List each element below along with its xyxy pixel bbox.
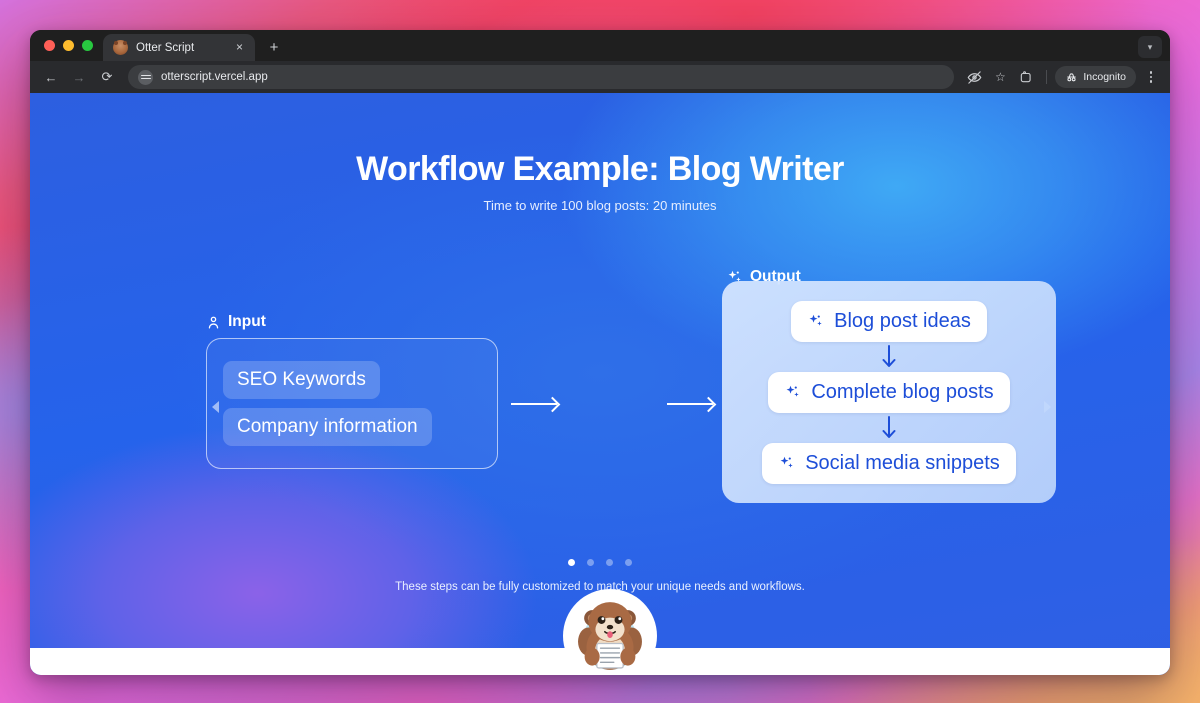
back-button[interactable]: ← bbox=[38, 64, 64, 90]
desktop-backdrop: Otter Script × + ▾ ← → ⟳ otterscript.ver… bbox=[0, 0, 1200, 703]
down-arrow-icon bbox=[882, 344, 896, 367]
close-tab-icon[interactable]: × bbox=[232, 40, 247, 55]
output-item[interactable]: Social media snippets bbox=[762, 442, 1016, 484]
bookmark-star-icon[interactable]: ☆ bbox=[988, 65, 1012, 89]
output-item-label: Blog post ideas bbox=[834, 309, 971, 332]
minimize-window-button[interactable] bbox=[63, 40, 74, 51]
otter-avatar-icon bbox=[563, 589, 657, 675]
person-icon bbox=[208, 316, 219, 328]
flow-arrow-input-to-agent bbox=[511, 403, 557, 405]
eye-slash-icon[interactable] bbox=[962, 65, 986, 89]
sparkle-icon bbox=[786, 385, 800, 397]
toolbar-divider bbox=[1046, 70, 1048, 84]
output-item[interactable]: Complete blog posts bbox=[768, 371, 1010, 413]
new-tab-button[interactable]: + bbox=[261, 35, 287, 61]
carousel-dot[interactable] bbox=[587, 559, 594, 566]
footer-caption: These steps can be fully customized to m… bbox=[395, 581, 805, 593]
carousel-dot[interactable] bbox=[568, 559, 575, 566]
page-title: Workflow Example: Blog Writer bbox=[356, 150, 844, 188]
sparkle-icon bbox=[780, 456, 793, 468]
otter-favicon-icon bbox=[113, 40, 128, 55]
workflow-diagram: Input SEO Keywords Company information O… bbox=[30, 243, 1170, 675]
forward-button[interactable]: → bbox=[66, 64, 92, 90]
input-section-label: Input bbox=[206, 313, 266, 331]
output-panel: Blog post ideas Complete blog posts Soci… bbox=[722, 281, 1056, 503]
extensions-icon[interactable] bbox=[1014, 65, 1038, 89]
tab-strip: Otter Script × + ▾ bbox=[30, 30, 1170, 61]
carousel-dots bbox=[30, 559, 1170, 566]
sparkle-icon bbox=[809, 314, 822, 326]
tune-icon[interactable] bbox=[138, 69, 153, 85]
down-arrow-icon bbox=[882, 415, 896, 438]
page-subtitle: Time to write 100 blog posts: 20 minutes bbox=[483, 198, 717, 214]
maximize-window-button[interactable] bbox=[82, 40, 93, 51]
chevron-down-icon[interactable]: ▾ bbox=[1138, 36, 1162, 58]
output-item[interactable]: Blog post ideas bbox=[791, 300, 987, 342]
reload-button[interactable]: ⟳ bbox=[94, 64, 120, 90]
browser-toolbar: ← → ⟳ otterscript.vercel.app ☆ Incognito bbox=[30, 61, 1170, 93]
page-content: Workflow Example: Blog Writer Time to wr… bbox=[30, 93, 1170, 675]
page-viewport: Workflow Example: Blog Writer Time to wr… bbox=[30, 93, 1170, 675]
tab-title: Otter Script bbox=[136, 41, 195, 54]
hero-section: Workflow Example: Blog Writer Time to wr… bbox=[30, 150, 1170, 214]
input-label-text: Input bbox=[228, 313, 266, 330]
toolbar-actions: ☆ Incognito bbox=[962, 65, 1162, 89]
input-card: SEO Keywords Company information bbox=[206, 338, 498, 469]
input-item[interactable]: Company information bbox=[223, 408, 432, 446]
incognito-indicator[interactable]: Incognito bbox=[1055, 66, 1136, 88]
browser-tab[interactable]: Otter Script × bbox=[103, 34, 255, 61]
browser-menu-button[interactable] bbox=[1140, 65, 1162, 89]
incognito-label: Incognito bbox=[1083, 71, 1126, 83]
carousel-dot[interactable] bbox=[625, 559, 632, 566]
close-window-button[interactable] bbox=[44, 40, 55, 51]
url-text: otterscript.vercel.app bbox=[161, 71, 268, 83]
address-bar[interactable]: otterscript.vercel.app bbox=[128, 65, 955, 89]
browser-window: Otter Script × + ▾ ← → ⟳ otterscript.ver… bbox=[30, 30, 1170, 675]
input-item[interactable]: SEO Keywords bbox=[223, 361, 380, 399]
carousel-prev-icon[interactable] bbox=[212, 401, 219, 413]
window-controls bbox=[40, 30, 103, 61]
output-item-label: Complete blog posts bbox=[811, 380, 994, 403]
output-item-label: Social media snippets bbox=[805, 451, 1000, 474]
flow-arrow-agent-to-output bbox=[667, 403, 713, 405]
carousel-dot[interactable] bbox=[606, 559, 613, 566]
